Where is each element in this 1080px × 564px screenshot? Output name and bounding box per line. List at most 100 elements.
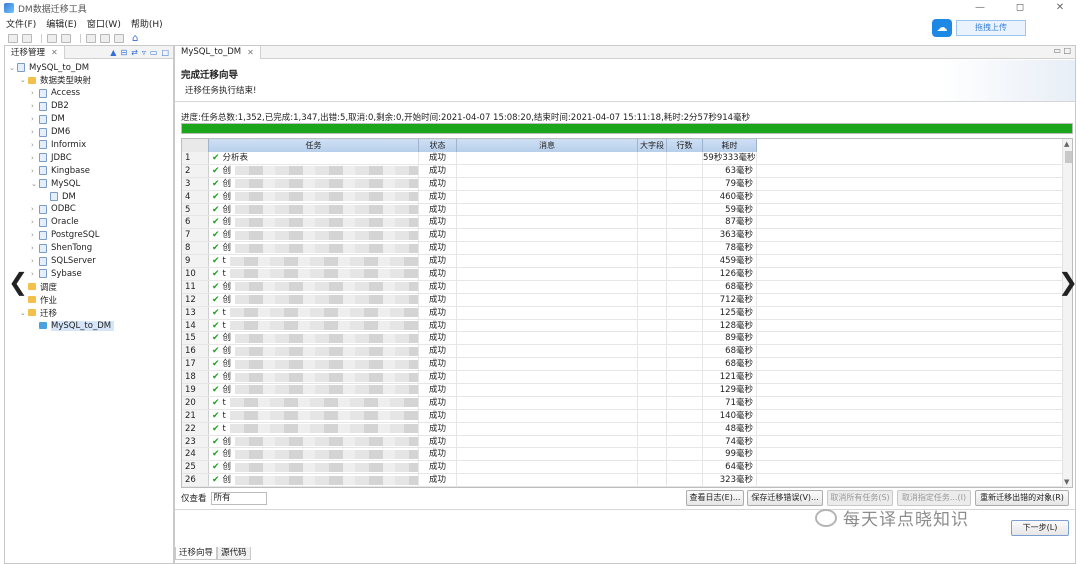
tree-item[interactable]: › ODBC — [31, 203, 76, 216]
table-row[interactable]: 9 ✔ t 成功 459毫秒 — [182, 255, 1062, 269]
menu-edit[interactable]: 编辑(E) — [46, 17, 77, 30]
table-row[interactable]: 21 ✔ t 成功 140毫秒 — [182, 409, 1062, 423]
cut-icon[interactable] — [86, 33, 96, 43]
retry-errors-button[interactable]: 重新迁移出错的对象(R) — [975, 490, 1069, 506]
table-row[interactable]: 25 ✔ 创成功 64毫秒 — [182, 461, 1062, 475]
tab-source-code[interactable]: 源代码 — [217, 547, 251, 560]
new-icon[interactable] — [8, 33, 18, 43]
collapsed-chevron-icon[interactable]: › — [31, 231, 39, 239]
column-header-status[interactable]: 状态 — [419, 139, 457, 152]
collapsed-chevron-icon[interactable]: › — [31, 141, 39, 149]
table-row[interactable]: 26 ✔ 创成功 323毫秒 — [182, 474, 1062, 487]
table-row[interactable]: 7 ✔ 创成功 363毫秒 — [182, 229, 1062, 243]
vertical-scrollbar[interactable]: ▲ ▼ — [1062, 139, 1072, 487]
table-row[interactable]: 17 ✔ 创成功 68毫秒 — [182, 358, 1062, 372]
table-row[interactable]: 11 ✔ 创成功 68毫秒 — [182, 280, 1062, 294]
table-row[interactable]: 2 ✔ 创成功 63毫秒 — [182, 164, 1062, 178]
next-image-arrow-icon[interactable]: ❯ — [1058, 268, 1078, 296]
table-row[interactable]: 1 ✔ 分析表 成功 59秒333毫秒 — [182, 152, 1062, 165]
collapsed-chevron-icon[interactable]: › — [31, 102, 39, 110]
table-row[interactable]: 18 ✔ 创成功 121毫秒 — [182, 371, 1062, 385]
collapsed-chevron-icon[interactable]: › — [31, 257, 39, 265]
minimize-panel-icon[interactable]: ▭ — [150, 48, 158, 57]
tree-item[interactable]: ⌄ 数据类型映射 — [20, 74, 91, 87]
collapsed-chevron-icon[interactable]: › — [31, 218, 39, 226]
expanded-chevron-icon[interactable]: ⌄ — [9, 64, 17, 72]
collapsed-chevron-icon[interactable]: › — [31, 205, 39, 213]
expanded-chevron-icon[interactable]: ⌄ — [31, 180, 39, 188]
scroll-down-icon[interactable]: ▼ — [1064, 478, 1069, 486]
tab-migration-wizard[interactable]: 迁移向导 — [175, 547, 218, 560]
table-row[interactable]: 4 ✔ 创成功 460毫秒 — [182, 190, 1062, 204]
table-row[interactable]: 23 ✔ 创成功 74毫秒 — [182, 435, 1062, 449]
tree-item[interactable]: ⌄ MySQL — [31, 177, 80, 190]
tree-item[interactable]: › DM6 — [31, 126, 70, 139]
menu-help[interactable]: 帮助(H) — [131, 17, 163, 30]
tree-item[interactable]: ⌄ MySQL_to_DM — [9, 61, 89, 74]
table-row[interactable]: 20 ✔ t 成功 71毫秒 — [182, 396, 1062, 410]
copy-icon[interactable] — [100, 33, 110, 43]
tree-item[interactable]: › DB2 — [31, 100, 69, 113]
tree-item[interactable]: › Access — [31, 87, 80, 100]
table-row[interactable]: 16 ✔ 创成功 68毫秒 — [182, 345, 1062, 359]
table-row[interactable]: 15 ✔ 创成功 89毫秒 — [182, 332, 1062, 346]
table-row[interactable]: 10 ✔ t 成功 126毫秒 — [182, 268, 1062, 281]
collapsed-chevron-icon[interactable]: › — [31, 154, 39, 162]
maximize-button[interactable]: ◻ — [1000, 0, 1040, 16]
column-header-task[interactable]: 任务 — [209, 139, 419, 152]
tree-item[interactable]: MySQL_to_DM — [31, 319, 115, 332]
table-row[interactable]: 24 ✔ 创成功 99毫秒 — [182, 448, 1062, 462]
table-row[interactable]: 12 ✔ 创成功 712毫秒 — [182, 293, 1062, 307]
close-button[interactable]: ✕ — [1040, 0, 1080, 16]
table-row[interactable]: 13 ✔ t 成功 125毫秒 — [182, 306, 1062, 320]
collapsed-chevron-icon[interactable]: › — [31, 270, 39, 278]
minimize-editor-icon[interactable]: ▭ — [1053, 46, 1061, 55]
filter-select[interactable]: 所有 — [210, 491, 267, 505]
expanded-chevron-icon[interactable]: ⌄ — [20, 76, 28, 84]
table-row[interactable]: 8 ✔ 创成功 78毫秒 — [182, 242, 1062, 256]
tab-migration-manager[interactable]: 迁移管理 ✕ — [5, 45, 65, 59]
collapsed-chevron-icon[interactable]: › — [31, 244, 39, 252]
tree-item[interactable]: › Oracle — [31, 216, 79, 229]
maximize-editor-icon[interactable]: □ — [1063, 46, 1071, 55]
paste-icon[interactable] — [114, 33, 124, 43]
cancel-all-button[interactable]: 取消所有任务(S) — [827, 490, 893, 506]
collapsed-chevron-icon[interactable]: › — [31, 128, 39, 136]
tree-item[interactable]: › Sybase — [31, 267, 82, 280]
column-header-message[interactable]: 消息 — [457, 139, 638, 152]
redo-icon[interactable] — [61, 33, 71, 43]
close-tab-icon[interactable]: ✕ — [51, 48, 58, 57]
collapsed-chevron-icon[interactable]: › — [31, 167, 39, 175]
tree-item[interactable]: › ShenTong — [31, 242, 92, 255]
tree-item[interactable]: ⌄ 迁移 — [20, 306, 57, 319]
collapse-icon[interactable]: ⊟ — [120, 48, 127, 57]
table-row[interactable]: 3 ✔ 创成功 79毫秒 — [182, 177, 1062, 191]
table-row[interactable]: 6 ✔ 创成功 87毫秒 — [182, 216, 1062, 230]
collapsed-chevron-icon[interactable]: › — [31, 115, 39, 123]
table-row[interactable]: 5 ✔ 创成功 59毫秒 — [182, 203, 1062, 217]
home-icon[interactable]: ⌂ — [132, 33, 138, 44]
tree-item[interactable]: › Kingbase — [31, 164, 90, 177]
tree-item[interactable]: › SQLServer — [31, 255, 96, 268]
save-errors-button[interactable]: 保存迁移错误(V)... — [747, 490, 823, 506]
table-row[interactable]: 19 ✔ 创成功 129毫秒 — [182, 384, 1062, 397]
column-header-rows[interactable]: 行数 — [667, 139, 703, 152]
tree-item[interactable]: › Informix — [31, 138, 86, 151]
tab-mysql-to-dm[interactable]: MySQL_to_DM ✕ — [175, 45, 261, 59]
view-log-button[interactable]: 查看日志(E)... — [686, 490, 744, 506]
expanded-chevron-icon[interactable]: ⌄ — [20, 309, 28, 317]
save-icon[interactable] — [22, 33, 32, 43]
scrollbar-thumb[interactable] — [1065, 151, 1072, 163]
tree-item[interactable]: DM — [42, 190, 76, 203]
view-menu-icon[interactable]: ▿ — [142, 48, 146, 57]
close-tab-icon[interactable]: ✕ — [247, 48, 254, 57]
minimize-button[interactable]: — — [960, 0, 1000, 16]
scroll-up-icon[interactable]: ▲ — [1064, 140, 1069, 148]
next-button[interactable]: 下一步(L) — [1011, 520, 1069, 536]
menu-file[interactable]: 文件(F) — [6, 17, 36, 30]
column-header-lob[interactable]: 大字段 — [638, 139, 667, 152]
filter-icon[interactable]: ▲ — [110, 48, 116, 57]
drag-upload-button[interactable]: 拖拽上传 — [956, 20, 1026, 36]
tree-item[interactable]: › JDBC — [31, 151, 72, 164]
previous-image-arrow-icon[interactable]: ❮ — [8, 268, 28, 296]
